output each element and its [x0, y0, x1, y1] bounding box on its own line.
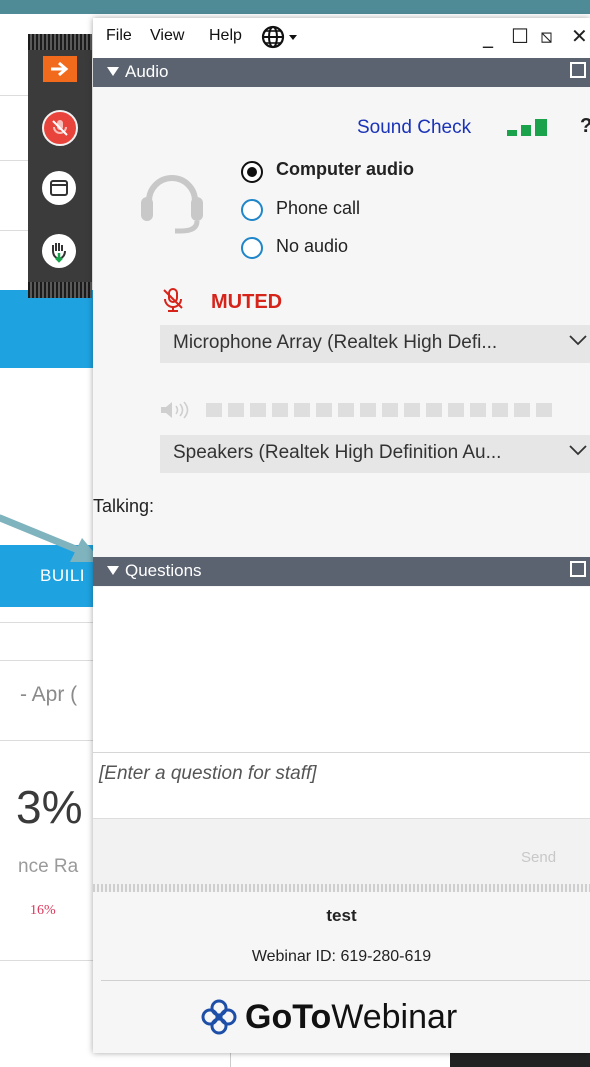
- popout-button[interactable]: ⧅: [540, 24, 553, 48]
- drag-grip-top[interactable]: [28, 34, 92, 50]
- audio-panel-body: Sound Check ? Computer audio Phone call …: [93, 87, 590, 557]
- send-button[interactable]: Send: [521, 849, 556, 866]
- background-divider: [0, 960, 95, 961]
- sound-check-link[interactable]: Sound Check: [357, 117, 471, 139]
- muted-label: MUTED: [211, 291, 283, 313]
- minimize-button[interactable]: _: [483, 24, 493, 48]
- signal-bar: [507, 130, 517, 136]
- question-input[interactable]: [Enter a question for staff]: [93, 752, 590, 819]
- background-top-bar: [0, 0, 590, 14]
- brand-webinar: Webinar: [331, 997, 458, 1036]
- gotowebinar-control-bar: [28, 34, 92, 298]
- webinar-id: Webinar ID: 619-280-619: [251, 948, 432, 965]
- volume-segment: [514, 403, 530, 417]
- radio-phone-call[interactable]: [241, 199, 263, 221]
- audio-help-button[interactable]: ?: [580, 115, 590, 138]
- volume-segment: [426, 403, 442, 417]
- background-percent: 3%: [16, 781, 83, 833]
- speaker-select[interactable]: Speakers (Realtek High Definition Au...: [160, 435, 590, 473]
- audio-panel-title: Audio: [125, 62, 169, 81]
- no-audio-label[interactable]: No audio: [276, 236, 348, 257]
- volume-segment: [338, 403, 354, 417]
- microphone-select-value: Microphone Array (Realtek High Defi...: [173, 332, 498, 353]
- mic-muted-icon[interactable]: [42, 110, 78, 146]
- computer-audio-label[interactable]: Computer audio: [276, 159, 414, 180]
- gotowebinar-control-panel: File View Help _ ☐ ⧅ ✕ Audio Sound Check…: [93, 18, 590, 1053]
- radio-computer-audio[interactable]: [241, 161, 263, 183]
- webinar-title: test: [326, 906, 357, 925]
- volume-segment: [272, 403, 288, 417]
- questions-log: [93, 587, 590, 752]
- footer-divider: [101, 980, 590, 981]
- volume-segment: [250, 403, 266, 417]
- menu-help[interactable]: Help: [209, 27, 242, 45]
- collapse-triangle-icon[interactable]: [107, 566, 119, 575]
- phone-call-label[interactable]: Phone call: [276, 198, 360, 219]
- speaker-volume-icon: [161, 401, 189, 419]
- radio-no-audio[interactable]: [241, 237, 263, 259]
- menu-view[interactable]: View: [150, 27, 184, 45]
- volume-segment: [294, 403, 310, 417]
- background-divider: [0, 622, 95, 623]
- maximize-button[interactable]: ☐: [511, 24, 529, 48]
- window-icon[interactable]: [42, 171, 76, 205]
- raise-hand-icon[interactable]: [42, 234, 76, 268]
- arrow-right-icon[interactable]: [43, 56, 77, 82]
- brand-goto: GoTo: [245, 997, 332, 1036]
- question-input-placeholder: [Enter a question for staff]: [99, 763, 317, 784]
- background-divider: [0, 740, 95, 741]
- gotowebinar-flower-icon: [201, 999, 237, 1035]
- chevron-down-icon: [568, 439, 588, 467]
- background-rate-label: nce Ra: [18, 856, 79, 877]
- signal-bar: [521, 125, 531, 136]
- popout-icon[interactable]: [570, 62, 586, 78]
- talking-label: Talking:: [93, 496, 155, 516]
- volume-segment: [404, 403, 420, 417]
- collapse-triangle-icon[interactable]: [107, 67, 119, 76]
- volume-segment: [382, 403, 398, 417]
- chevron-down-icon: [568, 329, 588, 357]
- popout-icon[interactable]: [570, 561, 586, 577]
- volume-segment: [316, 403, 332, 417]
- menu-bar: File View Help _ ☐ ⧅ ✕: [93, 18, 590, 58]
- microphone-select[interactable]: Microphone Array (Realtek High Defi...: [160, 325, 590, 363]
- close-button[interactable]: ✕: [571, 24, 588, 48]
- question-actions: Send: [93, 818, 590, 889]
- volume-segment: [448, 403, 464, 417]
- background-divider: [0, 230, 30, 231]
- volume-segment: [492, 403, 508, 417]
- background-divider: [0, 95, 30, 96]
- background-blue-banner: [0, 290, 100, 368]
- speaker-select-value: Speakers (Realtek High Definition Au...: [173, 442, 502, 463]
- volume-segment: [470, 403, 486, 417]
- volume-segment: [536, 403, 552, 417]
- drag-grip-bottom[interactable]: [28, 282, 92, 298]
- volume-segment: [360, 403, 376, 417]
- background-divider: [0, 160, 30, 161]
- questions-panel-title: Questions: [125, 561, 202, 580]
- background-divider: [0, 660, 95, 661]
- resize-handle[interactable]: [93, 884, 590, 892]
- menu-file[interactable]: File: [106, 27, 132, 45]
- volume-segment: [206, 403, 222, 417]
- globe-icon[interactable]: [261, 25, 301, 54]
- background-change: 16%: [30, 903, 56, 918]
- mic-muted-icon: [163, 288, 183, 312]
- questions-panel-header[interactable]: Questions: [93, 557, 590, 586]
- brand-text: GoToWebinar: [245, 998, 457, 1037]
- background-date-range: - Apr (: [20, 683, 78, 706]
- audio-panel-header[interactable]: Audio: [93, 58, 590, 87]
- webinar-footer: test Webinar ID: 619-280-619 GoToWebinar: [93, 892, 590, 1053]
- signal-bar: [535, 119, 547, 136]
- gotowebinar-logo: GoToWebinar: [201, 992, 457, 1042]
- headset-icon: [141, 175, 203, 234]
- volume-segment: [228, 403, 244, 417]
